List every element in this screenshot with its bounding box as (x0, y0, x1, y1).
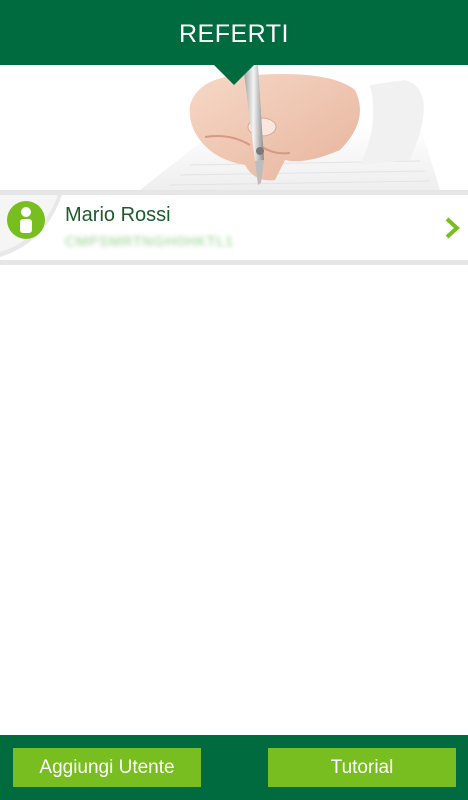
list-divider (0, 260, 468, 265)
header-pointer (213, 64, 255, 85)
page-title: REFERTI (179, 20, 289, 48)
tutorial-button[interactable]: Tutorial (268, 748, 456, 787)
app-screen: REFERTI Mario Rossi CMPSMRTNGH0HKTL1 Agg… (0, 0, 468, 800)
chevron-right-icon[interactable] (444, 217, 460, 239)
add-user-button[interactable]: Aggiungi Utente (13, 748, 201, 787)
bottom-bar: Aggiungi Utente Tutorial (0, 735, 468, 800)
user-name: Mario Rossi (65, 204, 171, 226)
user-fiscal-code: CMPSMRTNGH0HKTL1 (65, 233, 234, 249)
user-list-item[interactable]: Mario Rossi CMPSMRTNGH0HKTL1 (0, 195, 468, 260)
app-header: REFERTI (0, 0, 468, 65)
user-icon (7, 201, 45, 239)
